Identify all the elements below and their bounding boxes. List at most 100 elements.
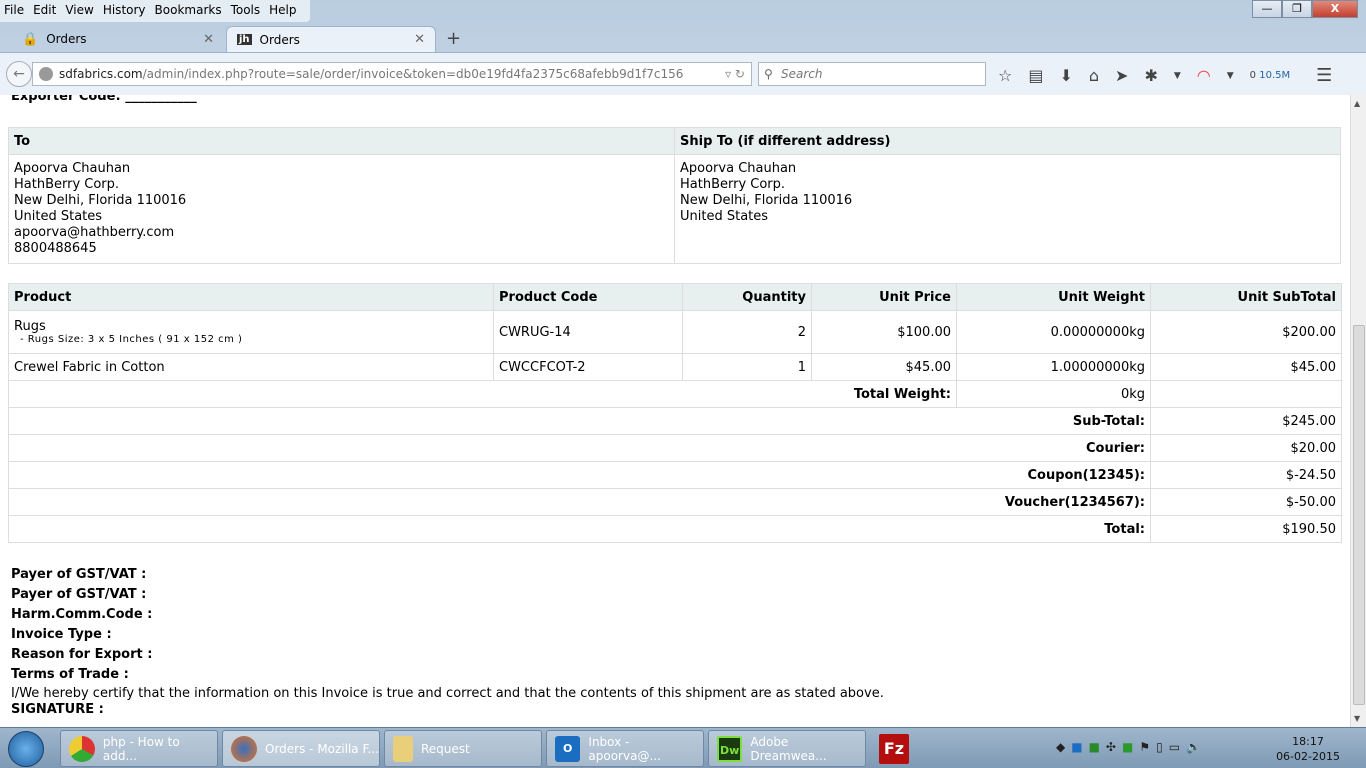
system-tray: ◆ ■ ■ ✣ ■ ⚑ ▯ ▭ 🔈 (1056, 740, 1201, 754)
search-input[interactable]: ⚲ Search (758, 62, 986, 86)
menu-help[interactable]: Help (269, 3, 296, 19)
url-host: sdfabrics.com (59, 67, 143, 81)
menu-tools[interactable]: Tools (231, 3, 261, 19)
menu-edit[interactable]: Edit (33, 3, 56, 19)
restore-button[interactable]: ❐ (1282, 0, 1312, 18)
address-table: To Ship To (if different address) Apoorva… (8, 127, 1341, 264)
taskbar-chrome[interactable]: php - How to add... (60, 730, 218, 767)
tab-orders-2[interactable]: jh Orders ✕ (226, 26, 436, 52)
rainbow-icon[interactable]: ◠ (1197, 66, 1211, 85)
close-window-button[interactable]: X (1312, 0, 1358, 18)
total-value: $190.50 (1150, 515, 1342, 543)
invoice-footer: Payer of GST/VAT : Payer of GST/VAT : Ha… (11, 565, 884, 717)
col-unit-subtotal: Unit SubTotal (1150, 283, 1342, 311)
reading-list-icon[interactable]: ▤ (1028, 66, 1043, 85)
taskbar-label: Adobe Dreamwea... (750, 734, 827, 763)
unit-subtotal: $200.00 (1150, 310, 1342, 354)
taskbar-folder[interactable]: Request (384, 730, 542, 767)
payer-gst-label: Payer of GST/VAT : (11, 587, 147, 602)
globe-icon (39, 67, 53, 81)
subtotal-value: $245.00 (1150, 407, 1342, 435)
menu-bookmarks[interactable]: Bookmarks (155, 3, 222, 19)
menu-history[interactable]: History (103, 3, 146, 19)
clock-time: 18:17 (1292, 735, 1324, 748)
products-table: Product Product Code Quantity Unit Price… (8, 283, 1342, 543)
network-icon[interactable]: ▭ (1169, 740, 1180, 754)
send-icon[interactable]: ➤ (1115, 66, 1128, 85)
reload-icon[interactable]: ▿ ↻ (725, 63, 745, 85)
dropdown-icon[interactable]: ▼ (1174, 71, 1181, 81)
start-button[interactable] (8, 731, 44, 767)
tab-orders-1[interactable]: 🔒 Orders ✕ (12, 26, 224, 52)
courier-label: Courier: (8, 434, 1151, 462)
col-product-code: Product Code (493, 283, 683, 311)
totals-row: Sub-Total: $245.00 (8, 407, 1342, 435)
close-tab-icon[interactable]: ✕ (414, 32, 425, 47)
url-bar[interactable]: sdfabrics.com/admin/index.php?route=sale… (32, 62, 752, 86)
voucher-value: $-50.00 (1150, 488, 1342, 516)
invoice-type-label: Invoice Type : (11, 627, 112, 642)
volume-icon[interactable]: 🔈 (1186, 740, 1201, 754)
reason-for-export-label: Reason for Export : (11, 647, 153, 662)
total-label: Total: (8, 515, 1151, 543)
coupon-label: Coupon(12345): (8, 461, 1151, 489)
minimize-button[interactable]: — (1252, 0, 1282, 18)
scrollbar-thumb[interactable] (1353, 325, 1365, 705)
quantity: 2 (682, 310, 812, 354)
taskbar-firefox[interactable]: Orders - Mozilla F... (222, 730, 380, 767)
tray-app-icon[interactable]: ◆ (1056, 740, 1065, 754)
tray-outlook-icon[interactable]: ■ (1071, 740, 1082, 754)
signature-label: SIGNATURE : (11, 702, 104, 717)
quantity: 1 (682, 353, 812, 381)
menu-hamburger-icon[interactable]: ☰ (1316, 65, 1332, 86)
product-option: - Rugs Size: 3 x 5 Inches ( 91 x 152 cm … (20, 334, 243, 345)
total-weight-label: Total Weight: (8, 380, 957, 408)
tray-w-icon[interactable]: ■ (1089, 740, 1100, 754)
col-product: Product (8, 283, 494, 311)
courier-value: $20.00 (1150, 434, 1342, 462)
menu-view[interactable]: View (65, 3, 93, 19)
vertical-scrollbar[interactable]: ▲ ▼ (1350, 95, 1366, 727)
toolbar-icons: ☆ ▤ ⬇ ⌂ ➤ ✱ ▼ ◠ ▼ 0 10.5M ☰ (998, 65, 1332, 86)
download-icon[interactable]: ⬇ (1059, 66, 1072, 85)
firefox-icon (231, 735, 257, 762)
scroll-up-icon[interactable]: ▲ (1354, 99, 1360, 108)
flag-icon[interactable]: ⚑ (1139, 740, 1150, 754)
to-phone: 8800488645 (14, 241, 97, 256)
taskbar-filezilla[interactable]: Fz (870, 730, 930, 767)
outlook-icon: O (555, 735, 581, 762)
search-icon: ⚲ (764, 67, 773, 81)
to-company: HathBerry Corp. (14, 177, 120, 192)
menu-file[interactable]: File (4, 3, 24, 19)
clock[interactable]: 18:17 06-02-2015 (1276, 734, 1340, 764)
table-row: Crewel Fabric in Cotton CWCCFCOT-2 1 $45… (8, 353, 1342, 381)
to-address: Apoorva Chauhan HathBerry Corp. New Delh… (8, 154, 675, 264)
clock-date: 06-02-2015 (1276, 750, 1340, 763)
totals-row: Voucher(1234567): $-50.00 (8, 488, 1342, 516)
home-icon[interactable]: ⌂ (1089, 66, 1099, 85)
navigation-bar: sdfabrics.com/admin/index.php?route=sale… (0, 52, 1366, 95)
tray-q-icon[interactable]: ■ (1122, 740, 1133, 754)
product-name: Crewel Fabric in Cotton (8, 353, 494, 381)
usb-icon[interactable]: ▯ (1156, 740, 1163, 754)
scroll-down-icon[interactable]: ▼ (1354, 714, 1360, 723)
firebug-icon[interactable]: ✱ (1144, 66, 1157, 85)
voucher-label: Voucher(1234567): (8, 488, 1151, 516)
close-tab-icon[interactable]: ✕ (203, 32, 214, 47)
col-unit-weight: Unit Weight (956, 283, 1151, 311)
to-city: New Delhi, Florida 110016 (14, 193, 187, 208)
ship-country: United States (680, 209, 769, 224)
site-favicon-icon: jh (237, 34, 252, 45)
new-tab-button[interactable]: + (446, 28, 461, 49)
taskbar-dreamweaver[interactable]: Dw Adobe Dreamwea... (708, 730, 866, 767)
taskbar-outlook[interactable]: O Inbox - apoorva@... (546, 730, 704, 767)
exporter-code: Exporter Code: ___________ (11, 95, 197, 104)
payer-gst-label: Payer of GST/VAT : (11, 567, 147, 582)
dropdown-icon[interactable]: ▼ (1227, 71, 1234, 81)
bookmark-star-icon[interactable]: ☆ (998, 66, 1012, 85)
harm-comm-code-label: Harm.Comm.Code : (11, 607, 153, 622)
to-name: Apoorva Chauhan (14, 161, 131, 176)
tray-network-icon[interactable]: ✣ (1106, 740, 1116, 754)
back-button[interactable]: ← (6, 61, 32, 87)
total-weight-value: 0kg (956, 380, 1151, 408)
